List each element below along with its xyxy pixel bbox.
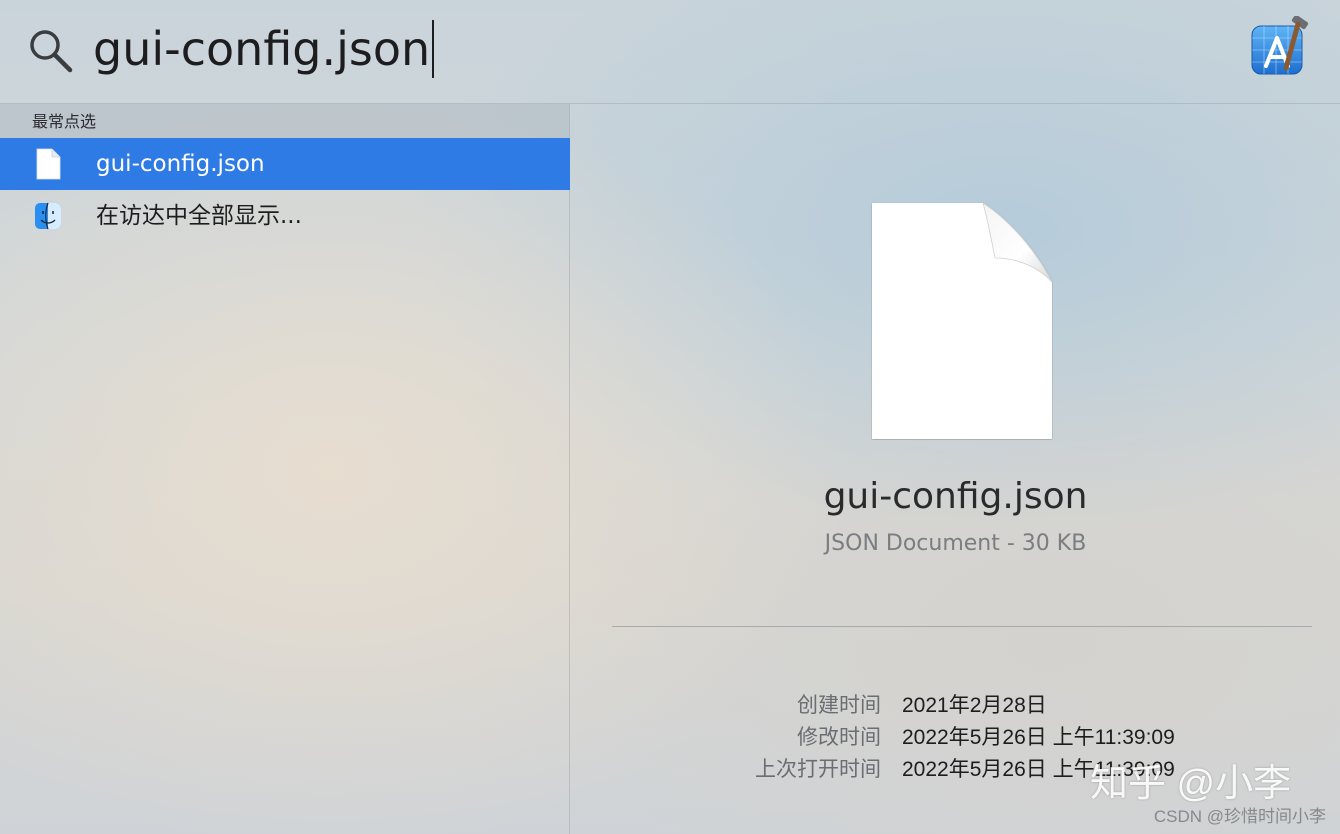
- finder-icon: [35, 202, 61, 230]
- metadata-label: 上次打开时间: [755, 758, 881, 781]
- preview-divider: [612, 626, 1312, 627]
- metadata-row-created: 创建时间 2021年2月28日: [571, 690, 1340, 722]
- preview-file-kind: JSON Document - 30 KB: [824, 531, 1087, 556]
- result-item-label: 在访达中全部显示...: [96, 203, 302, 229]
- results-list: 最常点选 gui-config.json 在访达中全部显示...: [0, 104, 570, 834]
- search-query: gui-config.json: [93, 22, 431, 76]
- zhihu-watermark: 知乎 @小李: [1090, 763, 1292, 805]
- metadata-value: 2021年2月28日: [902, 694, 1047, 717]
- metadata-row-modified: 修改时间 2022年5月26日 上午11:39:09: [571, 722, 1340, 754]
- result-item-gui-config[interactable]: gui-config.json: [0, 138, 570, 190]
- csdn-watermark: CSDN @珍惜时间小李: [1153, 807, 1326, 826]
- json-file-icon: [36, 148, 61, 180]
- result-item-show-all-in-finder[interactable]: 在访达中全部显示...: [0, 190, 570, 242]
- metadata-label: 修改时间: [797, 726, 881, 749]
- search-icon: [30, 30, 73, 73]
- preview-file-name: gui-config.json: [823, 476, 1088, 517]
- text-caret: [432, 20, 435, 78]
- section-header-top-hits: 最常点选: [0, 104, 570, 138]
- result-item-label: gui-config.json: [96, 151, 265, 177]
- search-input[interactable]: gui-config.json: [93, 18, 435, 80]
- document-icon: [872, 202, 1053, 439]
- spotlight-search-bar: gui-config.json: [0, 0, 1340, 104]
- xcode-icon[interactable]: [1248, 16, 1312, 78]
- metadata-label: 创建时间: [797, 694, 881, 717]
- metadata-value: 2022年5月26日 上午11:39:09: [902, 726, 1175, 749]
- preview-pane: gui-config.json JSON Document - 30 KB 创建…: [571, 104, 1340, 834]
